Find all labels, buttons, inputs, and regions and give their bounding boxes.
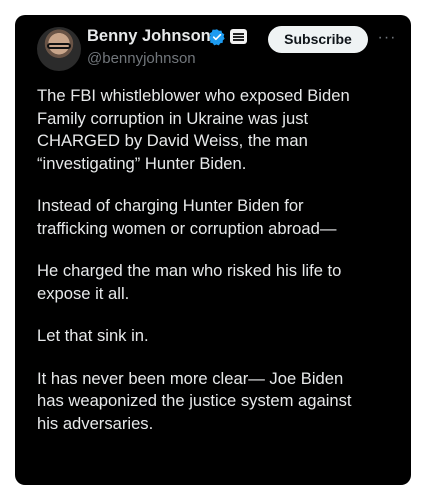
more-options-icon[interactable]: ··· [375,28,399,48]
tweet-paragraph: Instead of charging Hunter Biden for tra… [37,196,337,238]
verified-badge-icon [209,29,225,46]
author-handle[interactable]: @bennyjohnson [87,50,196,67]
avatar-glasses [47,43,71,49]
tweet-paragraph: It has never been more clear— Joe Biden … [37,368,352,433]
avatar[interactable] [37,27,81,71]
tweet-paragraph: The FBI whistleblower who exposed Biden … [37,86,350,173]
tweet-text: The FBI whistleblower who exposed Biden … [37,85,403,455]
tweet-card: Benny Johnson @bennyjohnson Subscribe ··… [15,15,411,485]
tweet-paragraph: He charged the man who risked his life t… [37,261,342,303]
tweet-paragraph: Let that sink in. [37,326,149,345]
author-display-name[interactable]: Benny Johnson [87,27,211,46]
affiliate-badge-icon [230,29,247,44]
subscribe-button[interactable]: Subscribe [268,26,368,53]
